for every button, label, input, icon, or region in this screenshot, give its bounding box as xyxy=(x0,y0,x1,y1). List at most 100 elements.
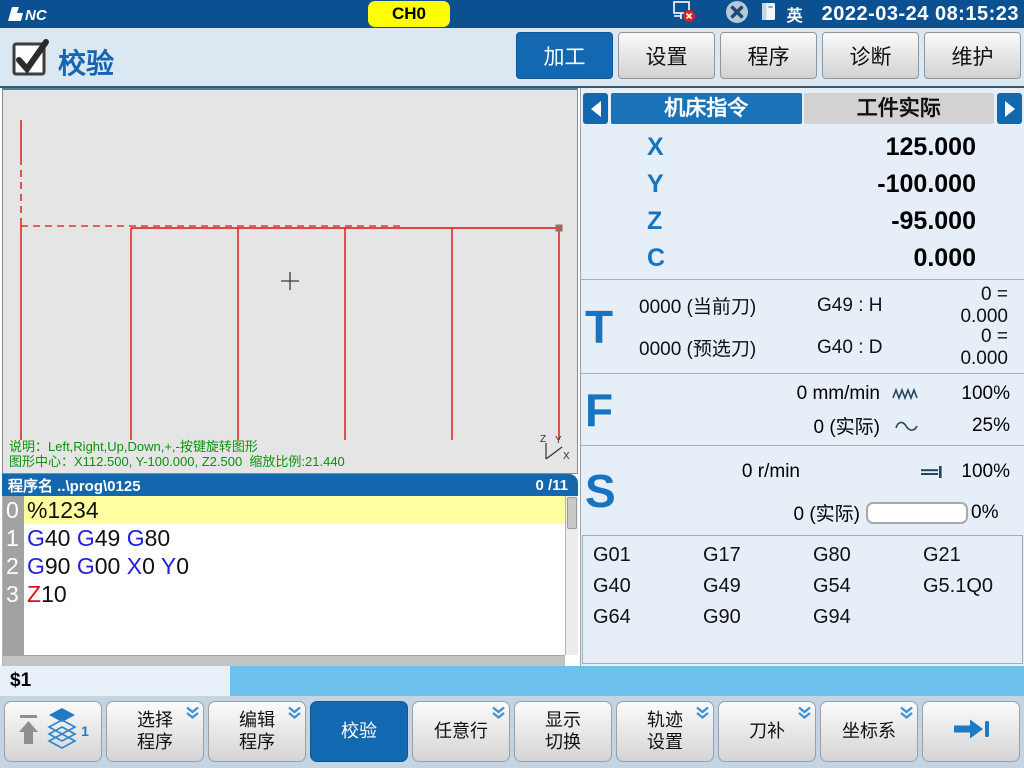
channel-prompt: $1 xyxy=(0,666,230,696)
tool-letter: T xyxy=(585,304,613,350)
softkey-edit-program[interactable]: 编辑程序 xyxy=(208,701,306,762)
spindle-panel: S 0 r/min 100% 0 (实际) 0% xyxy=(581,445,1024,535)
spindle-load-percent: 0% xyxy=(968,502,1010,524)
axis-value: -100.000 xyxy=(677,170,1024,199)
softkey-label: 编辑程序 xyxy=(239,710,275,752)
softkey-tool-comp[interactable]: 刀补 xyxy=(718,701,816,762)
softkey-menu-level[interactable]: 1 xyxy=(4,701,102,762)
tool-position-marker xyxy=(556,225,563,232)
manual-icon xyxy=(761,2,776,26)
tab-settings[interactable]: 设置 xyxy=(618,32,715,79)
program-line-counter: 0 /11 xyxy=(535,477,568,494)
hnc-logo-icon: NC xyxy=(6,4,58,24)
coordinate-display: X125.000Y-100.000Z-95.000C0.000 xyxy=(581,126,1024,279)
graphics-center-info: 图形中心：X112.500, Y-100.000, Z2.500 缩放比例:21… xyxy=(9,451,345,470)
softkey-display-switch[interactable]: 显示切换 xyxy=(514,701,612,762)
program-line[interactable]: 2G90 G00 X0 Y0 xyxy=(3,552,565,580)
program-line[interactable]: 3Z10 xyxy=(3,580,565,608)
line-code: Z10 xyxy=(24,580,565,608)
menu-layers-icon xyxy=(47,707,77,756)
softkey-next-page[interactable] xyxy=(922,701,1020,762)
tool-panel: T 0000 (当前刀)G49 : H0 = 0.000 0000 (预选刀)G4… xyxy=(581,279,1024,373)
softkey-coord-system[interactable]: 坐标系 xyxy=(820,701,918,762)
line-number: 2 xyxy=(3,552,24,580)
program-header: 程序名 ..\prog\0125 0 /11 xyxy=(2,474,578,496)
softkey-track-settings[interactable]: 轨迹设置 xyxy=(616,701,714,762)
axis-name: Y xyxy=(581,170,677,199)
program-line[interactable]: 1G40 G49 G80 xyxy=(3,524,565,552)
tool-row: 0000 (当前刀)G49 : H0 = 0.000 xyxy=(639,285,1024,327)
spindle-actual: 0 (实际) xyxy=(793,499,860,526)
next-page-icon xyxy=(950,716,992,747)
prev-coord-view-button[interactable] xyxy=(583,93,608,124)
toolpath-canvas: 说明：Left,Right,Up,Down,+,-按键旋转图形 图形中心：X11… xyxy=(2,88,578,474)
tab-program[interactable]: 程序 xyxy=(720,32,817,79)
modal-gcode: G17 xyxy=(703,544,813,575)
tool-number: 0000 (预选刀) xyxy=(639,334,817,361)
feed-row: 0 mm/min100% xyxy=(581,378,1024,410)
top-status-bar: NC CH0 英 2022-03-24 08:15: xyxy=(0,0,1024,28)
verify-checkbox-icon xyxy=(10,36,56,85)
modal-gcode xyxy=(923,606,1022,637)
program-name: 程序名 ..\prog\0125 xyxy=(8,475,141,496)
program-horizontal-scrollbar[interactable] xyxy=(3,655,565,666)
rapid-override-icon xyxy=(890,418,924,434)
modal-gcode: G49 xyxy=(703,575,813,606)
axis-name: Z xyxy=(581,207,677,236)
scrollbar-thumb[interactable] xyxy=(567,497,577,529)
softkey-any-line[interactable]: 任意行 xyxy=(412,701,510,762)
modal-gcode: G21 xyxy=(923,544,1022,575)
language-indicator[interactable]: 英 xyxy=(787,2,803,26)
program-line[interactable]: 0%1234 xyxy=(3,496,565,524)
menu-level-badge: 1 xyxy=(81,723,89,740)
svg-text:NC: NC xyxy=(25,7,48,24)
softkey-label: 校验 xyxy=(341,721,377,742)
line-code: G40 G49 G80 xyxy=(24,524,565,552)
svg-text:Y: Y xyxy=(555,435,562,446)
svg-text:Z: Z xyxy=(540,434,546,445)
feed-row: 0 (实际) 25% xyxy=(581,410,1024,442)
softkey-label: 坐标系 xyxy=(842,721,896,742)
network-status-icon xyxy=(671,0,699,29)
program-listing: 0%12341G40 G49 G802G90 G00 X0 Y03Z10 xyxy=(2,496,578,666)
tool-gcode: G49 : H xyxy=(817,295,935,317)
axis-row-Y: Y-100.000 xyxy=(581,166,1024,203)
channel-badge[interactable]: CH0 xyxy=(368,1,450,27)
return-up-icon xyxy=(17,711,41,752)
feed-value: 0 (实际) xyxy=(813,412,880,439)
softkey-select-program[interactable]: 选择程序 xyxy=(106,701,204,762)
axis-row-Z: Z-95.000 xyxy=(581,203,1024,240)
modal-gcode: G90 xyxy=(703,606,813,637)
feed-panel: F 0 mm/min100%0 (实际)25% xyxy=(581,373,1024,445)
modal-gcode: G54 xyxy=(813,575,923,606)
axis-name: X xyxy=(581,133,677,162)
softkey-verify[interactable]: 校验 xyxy=(310,701,408,762)
axis-value: 0.000 xyxy=(677,244,1024,273)
modal-gcode: G80 xyxy=(813,544,923,575)
line-number: 3 xyxy=(3,580,24,608)
line-code: %1234 xyxy=(24,496,565,524)
axis-row-X: X125.000 xyxy=(581,129,1024,166)
next-coord-view-button[interactable] xyxy=(997,93,1022,124)
tab-machining[interactable]: 加工 xyxy=(516,32,613,79)
title-bar: 校验 加工设置程序诊断维护 xyxy=(0,28,1024,88)
tab-diagnosis[interactable]: 诊断 xyxy=(822,32,919,79)
axis-value: -95.000 xyxy=(677,207,1024,236)
line-number: 0 xyxy=(3,496,24,524)
feed-percent: 25% xyxy=(932,415,1010,437)
program-vertical-scrollbar[interactable] xyxy=(565,496,578,655)
tab-maintenance[interactable]: 维护 xyxy=(924,32,1021,79)
command-bar: $1 xyxy=(0,666,1024,696)
modal-gcode: G40 xyxy=(593,575,703,606)
axes-orientation-icon: Z Y X xyxy=(535,432,571,467)
expand-chevron-icon xyxy=(797,704,812,725)
page-title: 校验 xyxy=(58,42,114,82)
pos-tab-workpiece-actual[interactable]: 工件实际 xyxy=(804,93,995,124)
softkey-label: 显示切换 xyxy=(545,710,581,752)
axis-name: C xyxy=(581,244,677,273)
spindle-override-icon xyxy=(918,463,948,481)
message-bar xyxy=(230,666,1024,696)
line-code: G90 G00 X0 Y0 xyxy=(24,552,565,580)
axis-value: 125.000 xyxy=(677,133,1024,162)
pos-tab-machine-command[interactable]: 机床指令 xyxy=(611,93,802,124)
